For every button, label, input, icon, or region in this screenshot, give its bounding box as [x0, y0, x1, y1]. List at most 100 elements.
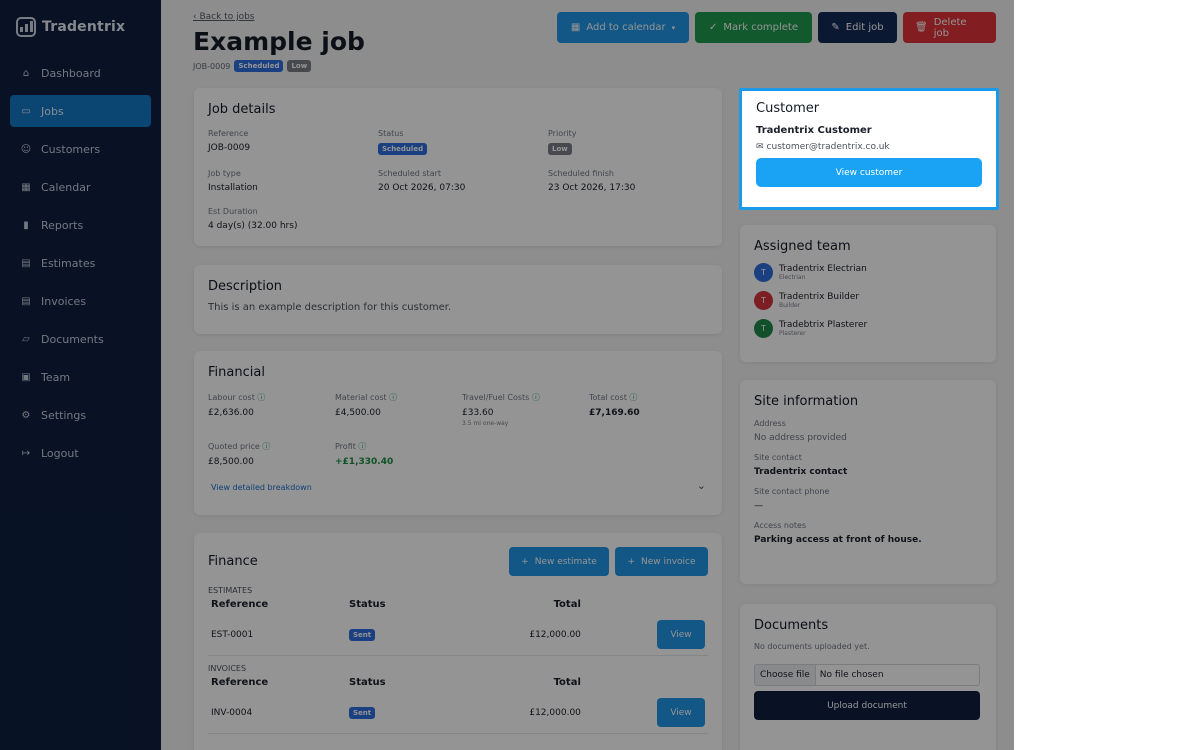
- finance-actions: + New estimate + New invoice: [509, 547, 708, 576]
- field-label: Site contact: [754, 453, 802, 462]
- sidebar-item-label: Calendar: [41, 180, 91, 194]
- sidebar-item-team[interactable]: ▣ Team: [10, 361, 151, 393]
- site-field: Access notes Parking access at front of h…: [754, 521, 982, 545]
- view-customer-button[interactable]: View customer: [756, 158, 982, 187]
- field-label: Access notes: [754, 521, 807, 530]
- sidebar-item-calendar[interactable]: ▦ Calendar: [10, 171, 151, 203]
- team-member[interactable]: T Tradebtrix Plasterer Plasterer: [754, 319, 982, 338]
- financial-field: Labour cost ⓘ £2,636.00: [208, 392, 335, 427]
- column-header: Reference: [211, 599, 269, 610]
- field-label-text: Profit: [335, 442, 356, 451]
- job-detail-field: Reference JOB-0009: [208, 129, 378, 155]
- add-to-calendar-button[interactable]: ▦ Add to calendar ▾: [557, 12, 689, 43]
- new-estimate-button[interactable]: + New estimate: [509, 547, 609, 576]
- table-row: EST-0001 Sent £12,000.00 View: [208, 614, 708, 656]
- sidebar-item-settings[interactable]: ⚙ Settings: [10, 399, 151, 431]
- team-member[interactable]: T Tradentrix Electrian Electrian: [754, 263, 982, 282]
- invoices-section-label: INVOICES: [208, 664, 247, 673]
- field-label: Site contact phone: [754, 487, 830, 496]
- status-badge: Sent: [349, 706, 376, 719]
- field-label: Profit ⓘ: [335, 441, 462, 452]
- site-information-card: Site information Address No address provi…: [740, 380, 996, 584]
- plus-icon: +: [627, 556, 636, 567]
- description-card: Description This is an example descripti…: [194, 265, 722, 334]
- choose-file-button[interactable]: Choose file: [755, 665, 816, 685]
- sidebar-item-label: Estimates: [41, 256, 96, 270]
- info-icon: ⓘ: [254, 393, 266, 402]
- mail-icon: ✉: [756, 142, 764, 152]
- status-badge: Scheduled: [234, 60, 284, 72]
- add-to-calendar-label: Add to calendar: [586, 22, 666, 33]
- site-information-heading: Site information: [754, 394, 859, 409]
- sidebar-item-logout[interactable]: ↦ Logout: [10, 437, 151, 469]
- field-label-text: Labour cost: [208, 393, 255, 402]
- field-value: +£1,330.40: [335, 457, 394, 467]
- info-icon: ⓘ: [386, 393, 398, 402]
- view-breakdown-link[interactable]: View detailed breakdown: [211, 483, 312, 492]
- calendar-icon: ▦: [21, 181, 31, 193]
- field-subtext: 3.5 mi one-way: [462, 420, 509, 427]
- file-input[interactable]: Choose file No file chosen: [754, 664, 980, 686]
- view-button[interactable]: View: [657, 698, 705, 727]
- customer-name: Tradentrix Customer: [756, 125, 872, 136]
- table-header-row: Reference Status Total: [208, 595, 708, 614]
- field-label-text: Quoted price: [208, 442, 260, 451]
- field-label: Reference: [208, 129, 249, 138]
- field-label: Job type: [208, 169, 241, 178]
- field-value: £33.60: [462, 408, 494, 418]
- upload-document-button[interactable]: Upload document: [754, 691, 980, 720]
- action-toolbar: ▦ Add to calendar ▾ ✓ Mark complete ✎ Ed…: [557, 12, 996, 43]
- check-icon: ✓: [709, 22, 718, 33]
- sidebar-item-documents[interactable]: ▱ Documents: [10, 323, 151, 355]
- app-frame: Tradentrix ⌂ Dashboard ▭ Jobs ☺ Customers ▦ Cal…: [0, 0, 1014, 750]
- team-member[interactable]: T Tradentrix Builder Builder: [754, 291, 982, 310]
- back-to-jobs-link[interactable]: ‹ Back to jobs: [193, 12, 254, 22]
- avatar: T: [754, 291, 773, 310]
- customer-email-text: customer@tradentrix.co.uk: [766, 142, 890, 152]
- financial-field: Profit ⓘ +£1,330.40: [335, 441, 462, 467]
- action-cell: View: [584, 614, 708, 656]
- finance-card: Finance + New estimate + New invoice EST…: [194, 533, 722, 750]
- edit-job-button[interactable]: ✎ Edit job: [818, 12, 897, 43]
- sidebar-item-jobs[interactable]: ▭ Jobs: [10, 95, 151, 127]
- job-detail-field: Scheduled finish 23 Oct 2026, 17:30: [548, 169, 718, 193]
- sidebar-item-invoices[interactable]: ▤ Invoices: [10, 285, 151, 317]
- sidebar-item-dashboard[interactable]: ⌂ Dashboard: [10, 57, 151, 89]
- documents-card: Documents No documents uploaded yet. Cho…: [740, 604, 996, 750]
- invoices-table: Reference Status Total INV-0004 Sent £12,000.…: [208, 673, 708, 734]
- chevron-down-icon[interactable]: ⌄: [697, 479, 706, 492]
- documents-empty-text: No documents uploaded yet.: [754, 642, 870, 651]
- sidebar-item-reports[interactable]: ▮ Reports: [10, 209, 151, 241]
- field-label: Status: [378, 129, 404, 138]
- member-info: Tradentrix Builder Builder: [779, 292, 859, 309]
- field-label-text: Total cost: [589, 393, 627, 402]
- column-header-actions: [584, 595, 708, 614]
- priority-badge: Low: [287, 60, 312, 72]
- financial-grid: Labour cost ⓘ £2,636.00 Material cost ⓘ £4,…: [208, 392, 708, 467]
- brand[interactable]: Tradentrix: [16, 17, 125, 37]
- sidebar-item-customers[interactable]: ☺ Customers: [10, 133, 151, 165]
- mark-complete-button[interactable]: ✓ Mark complete: [695, 12, 812, 43]
- field-value: No address provided: [754, 433, 847, 443]
- site-fields: Address No address provided Site contact Tr…: [754, 419, 982, 545]
- view-button[interactable]: View: [657, 620, 705, 649]
- info-icon: ⓘ: [626, 393, 638, 402]
- settings-icon: ⚙: [21, 409, 31, 421]
- status-cell: Sent: [346, 614, 444, 656]
- delete-job-button[interactable]: 🗑 Delete job: [903, 12, 996, 43]
- estimates-table: Reference Status Total EST-0001 Sent £12,000.…: [208, 595, 708, 656]
- file-status: No file chosen: [819, 670, 884, 680]
- sidebar-item-estimates[interactable]: ▤ Estimates: [10, 247, 151, 279]
- reference-cell: EST-0001: [211, 629, 254, 640]
- job-details-heading: Job details: [208, 102, 276, 117]
- status-badge: Sent: [349, 628, 376, 641]
- documents-icon: ▱: [22, 333, 30, 345]
- field-value: 23 Oct 2026, 17:30: [548, 183, 636, 193]
- sidebar-item-label: Team: [41, 370, 71, 384]
- info-icon: ⓘ: [529, 393, 540, 402]
- customers-icon: ☺: [20, 143, 32, 155]
- calendar-icon: ▦: [570, 22, 581, 33]
- site-field: Site contact phone —: [754, 487, 982, 511]
- job-detail-field: Job type Installation: [208, 169, 378, 193]
- new-invoice-button[interactable]: + New invoice: [615, 547, 708, 576]
